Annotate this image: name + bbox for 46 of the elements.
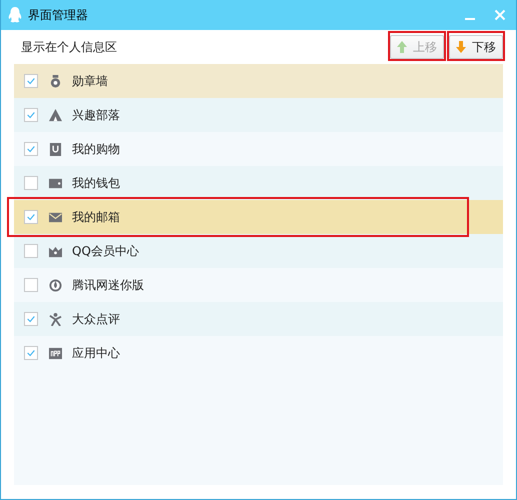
checkmark-icon bbox=[26, 76, 36, 86]
down-arrow-icon bbox=[456, 41, 466, 53]
tent-icon bbox=[49, 108, 62, 122]
item-label: 腾讯网迷你版 bbox=[72, 276, 144, 294]
app-icon bbox=[49, 346, 62, 360]
close-icon[interactable] bbox=[494, 9, 506, 21]
list-item[interactable]: QQ会员中心 bbox=[14, 234, 503, 268]
wallet-icon bbox=[49, 176, 62, 190]
checkbox[interactable] bbox=[24, 346, 38, 360]
list-item[interactable]: 我的钱包 bbox=[14, 166, 503, 200]
item-label: QQ会员中心 bbox=[72, 242, 139, 260]
penguin-icon bbox=[8, 7, 22, 23]
section-label: 显示在个人信息区 bbox=[21, 38, 117, 56]
medal-icon bbox=[49, 74, 62, 88]
up-arrow-icon bbox=[397, 41, 407, 53]
checkbox[interactable] bbox=[24, 142, 38, 156]
checkbox[interactable] bbox=[24, 244, 38, 258]
item-label: 勋章墙 bbox=[72, 72, 108, 90]
window-title: 界面管理器 bbox=[28, 6, 88, 24]
item-label: 大众点评 bbox=[72, 310, 120, 328]
checkbox[interactable] bbox=[24, 210, 38, 224]
checkbox[interactable] bbox=[24, 108, 38, 122]
checkmark-icon bbox=[26, 212, 36, 222]
checkbox[interactable] bbox=[24, 74, 38, 88]
checkmark-icon bbox=[26, 348, 36, 358]
item-label: 我的邮箱 bbox=[72, 208, 120, 226]
checkmark-icon bbox=[26, 144, 36, 154]
checkbox[interactable] bbox=[24, 278, 38, 292]
item-label: 兴趣部落 bbox=[72, 106, 120, 124]
list-item[interactable]: 兴趣部落 bbox=[14, 98, 503, 132]
list-item[interactable]: 勋章墙 bbox=[14, 64, 503, 98]
item-label: 我的购物 bbox=[72, 140, 120, 158]
checkmark-icon bbox=[26, 110, 36, 120]
list-item[interactable]: 大众点评 bbox=[14, 302, 503, 336]
item-label: 我的钱包 bbox=[72, 174, 120, 192]
envelope-icon bbox=[49, 210, 62, 224]
drop-icon bbox=[49, 278, 62, 292]
bag-icon bbox=[49, 142, 62, 156]
person-icon bbox=[49, 312, 62, 326]
crown-icon bbox=[49, 244, 62, 258]
move-down-button[interactable]: 下移 bbox=[449, 35, 503, 59]
checkmark-icon bbox=[26, 314, 36, 324]
checkbox[interactable] bbox=[24, 176, 38, 190]
list-item[interactable]: 我的邮箱 bbox=[14, 200, 503, 234]
checkbox[interactable] bbox=[24, 312, 38, 326]
item-label: 应用中心 bbox=[72, 344, 120, 362]
